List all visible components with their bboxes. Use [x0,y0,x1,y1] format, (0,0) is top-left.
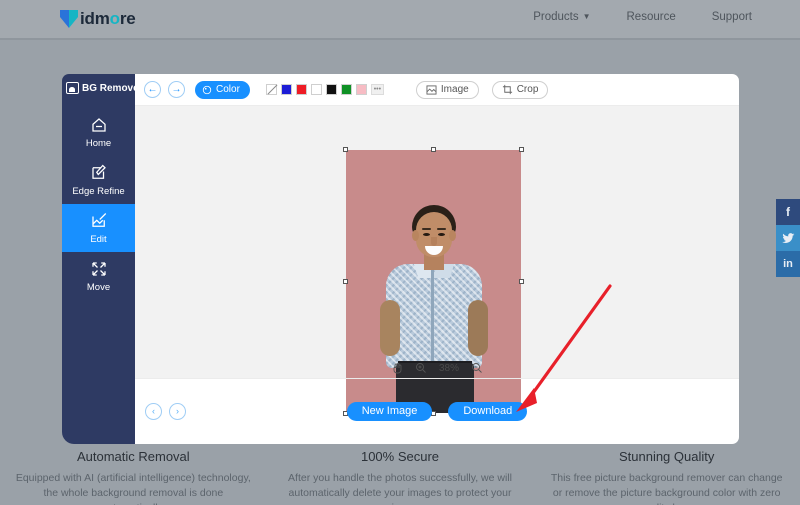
hand-tool-icon[interactable] [391,362,403,374]
social-share-rail: f in [776,199,800,277]
person-arm-right [468,300,488,356]
color-button-label: Color [216,84,240,95]
app-sidebar: BG Remover Home Edge Refine Edit [62,74,135,444]
swatch-black[interactable] [326,84,337,95]
logo-text-a: idm [80,9,110,28]
action-buttons: New Image Download [135,402,739,421]
sidebar-item-edit-label: Edit [90,234,106,245]
feature-quality: Stunning Quality This free picture backg… [533,449,800,505]
feature-description: This free picture background remover can… [533,471,800,505]
feature-description: Equipped with AI (artificial intelligenc… [0,471,267,505]
person-ear-right [449,230,456,241]
site-header: idmore Products ▼ Resource Support [0,0,800,38]
logo-text-o: o [110,9,120,28]
resize-handle-middle-right[interactable] [519,279,524,284]
chevron-down-icon: ▼ [583,13,591,21]
person-eye-left [423,233,430,236]
sidebar-item-home[interactable]: Home [62,108,135,156]
feature-automatic-removal: Automatic Removal Equipped with AI (arti… [0,449,267,505]
twitter-icon[interactable] [776,225,800,251]
color-button[interactable]: Color [195,81,250,99]
app-main-panel: ← → Color ••• [135,74,739,444]
color-swatches: ••• [266,84,384,95]
sidebar-item-home-label: Home [86,138,111,149]
swatch-blue[interactable] [281,84,292,95]
vidmore-logo-icon [59,8,79,30]
move-arrows-icon [90,260,108,278]
shirt-placket [431,270,434,368]
zoom-controls: 38% [135,362,739,374]
sidebar-item-edit[interactable]: Edit [62,204,135,252]
person-eye-right [438,233,445,236]
editor-bottom-bar: ‹ › New Image Download [135,378,739,443]
site-nav: Products ▼ Resource Support [533,11,752,23]
person-arm-left [380,300,400,356]
bg-remover-app-window: BG Remover Home Edge Refine Edit [62,74,739,444]
editor-toolbar: ← → Color ••• [135,74,739,106]
image-button[interactable]: Image [416,81,479,99]
feature-secure: 100% Secure After you handle the photos … [267,449,534,505]
swatch-white[interactable] [311,84,322,95]
feature-description: After you handle the photos successfully… [267,471,534,505]
nav-item-products-label: Products [533,11,578,23]
person-eyebrow-left [422,228,431,230]
undo-button[interactable]: ← [144,81,161,98]
person-eyebrow-right [437,228,446,230]
person-ear-left [412,230,419,241]
crop-button-label: Crop [517,84,539,95]
feature-title: 100% Secure [267,449,534,464]
zoom-level-label: 38% [439,363,459,374]
crop-button[interactable]: Crop [492,81,549,99]
edit-image-icon [90,212,108,230]
download-button[interactable]: Download [448,402,527,421]
zoom-in-icon[interactable] [415,362,427,374]
more-colors-button[interactable]: ••• [371,84,384,95]
resize-handle-top-left[interactable] [343,147,348,152]
zoom-out-icon[interactable] [471,362,483,374]
twitter-bird-icon [782,233,795,244]
logo-text: idmore [80,8,135,30]
person-nose [431,237,437,246]
palette-icon [202,85,212,95]
swatch-transparent[interactable] [266,84,277,95]
sidebar-items: Home Edge Refine Edit Move [62,108,135,300]
sidebar-title-label: BG Remover [82,83,143,94]
home-icon [90,116,108,134]
sidebar-item-edge-refine[interactable]: Edge Refine [62,156,135,204]
nav-item-products[interactable]: Products ▼ [533,11,590,23]
swatch-pink[interactable] [356,84,367,95]
resize-handle-top-right[interactable] [519,147,524,152]
editor-canvas[interactable]: 38% [135,106,739,378]
nav-item-support[interactable]: Support [712,11,752,23]
resize-handle-top-center[interactable] [431,147,436,152]
image-button-label: Image [441,84,469,95]
edge-refine-pen-icon [90,164,108,182]
sidebar-item-edge-refine-label: Edge Refine [72,186,124,197]
new-image-button[interactable]: New Image [347,402,433,421]
feature-title: Automatic Removal [0,449,267,464]
facebook-icon[interactable]: f [776,199,800,225]
header-divider [0,38,800,40]
swatch-green[interactable] [341,84,352,95]
sidebar-item-move-label: Move [87,282,110,293]
image-frame-icon [66,82,79,94]
sidebar-item-move[interactable]: Move [62,252,135,300]
linkedin-icon[interactable]: in [776,251,800,277]
crop-icon [502,84,513,95]
feature-section: Automatic Removal Equipped with AI (arti… [0,449,800,505]
resize-handle-middle-left[interactable] [343,279,348,284]
feature-title: Stunning Quality [533,449,800,464]
nav-item-resource[interactable]: Resource [627,11,676,23]
logo-text-b: re [120,9,136,28]
redo-button[interactable]: → [168,81,185,98]
swatch-red[interactable] [296,84,307,95]
sidebar-title: BG Remover [62,74,135,94]
site-logo[interactable]: idmore [59,8,135,30]
picture-icon [426,85,437,95]
